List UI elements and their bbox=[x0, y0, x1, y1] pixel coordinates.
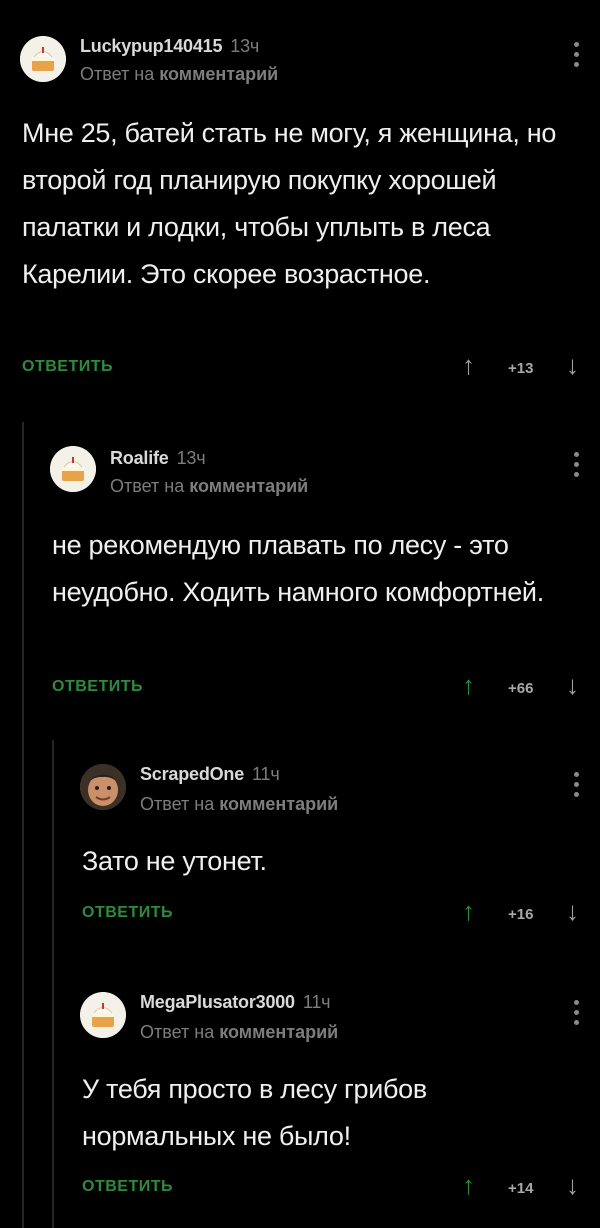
more-options-icon[interactable] bbox=[572, 772, 580, 802]
comment-username[interactable]: Luckypup140415 13ч bbox=[80, 36, 259, 57]
reply-target-link[interactable]: комментарий bbox=[219, 1022, 338, 1042]
reply-to-label: Ответ на комментарий bbox=[140, 1022, 338, 1043]
more-options-icon[interactable] bbox=[572, 42, 580, 72]
reply-to-label: Ответ на комментарий bbox=[80, 64, 278, 85]
reply-button[interactable]: ОТВЕТИТЬ bbox=[82, 904, 173, 922]
downvote-arrow-icon[interactable]: ↓ bbox=[566, 672, 579, 698]
reply-to-label: Ответ на комментарий bbox=[140, 794, 338, 815]
username-text[interactable]: MegaPlusator3000 bbox=[140, 992, 295, 1012]
more-options-icon[interactable] bbox=[572, 452, 580, 482]
reply-prefix: Ответ на bbox=[110, 476, 185, 496]
comment-score: +16 bbox=[508, 906, 534, 923]
cake-avatar-icon[interactable] bbox=[50, 446, 96, 492]
upvote-arrow-icon[interactable]: ↑ bbox=[462, 352, 475, 378]
reply-button[interactable]: ОТВЕТИТЬ bbox=[22, 358, 113, 376]
comment-text: Мне 25, батей стать не могу, я женщина, … bbox=[22, 118, 557, 289]
downvote-arrow-icon[interactable]: ↓ bbox=[566, 898, 579, 924]
more-options-icon[interactable] bbox=[572, 1000, 580, 1030]
reply-target-link[interactable]: комментарий bbox=[219, 794, 338, 814]
comment-time: 13ч bbox=[176, 448, 206, 468]
reply-target-link[interactable]: комментарий bbox=[159, 64, 278, 84]
cake-avatar-icon[interactable] bbox=[20, 36, 66, 82]
face-avatar-icon[interactable] bbox=[80, 764, 126, 810]
reply-button[interactable]: ОТВЕТИТЬ bbox=[52, 678, 143, 696]
thread-line-level-2 bbox=[52, 740, 54, 1228]
reply-prefix: Ответ на bbox=[80, 64, 155, 84]
comment-time: 11ч bbox=[302, 992, 331, 1012]
reply-to-label: Ответ на комментарий bbox=[110, 476, 308, 497]
cake-avatar-icon[interactable] bbox=[80, 992, 126, 1038]
comment-time: 13ч bbox=[230, 36, 260, 56]
comment-username[interactable]: MegaPlusator3000 11ч bbox=[140, 992, 331, 1013]
username-text[interactable]: Luckypup140415 bbox=[80, 36, 222, 56]
comment-score: +66 bbox=[508, 680, 534, 697]
thread-line-level-1 bbox=[22, 422, 24, 1228]
reply-target-link[interactable]: комментарий bbox=[189, 476, 308, 496]
upvote-arrow-icon[interactable]: ↑ bbox=[462, 672, 475, 698]
comment-score: +14 bbox=[508, 1180, 534, 1197]
upvote-arrow-icon[interactable]: ↑ bbox=[462, 898, 475, 924]
reply-prefix: Ответ на bbox=[140, 794, 215, 814]
comment-username[interactable]: Roalife 13ч bbox=[110, 448, 206, 469]
comment-text: не рекомендую плавать по лесу - это неуд… bbox=[52, 530, 544, 607]
username-text[interactable]: Roalife bbox=[110, 448, 169, 468]
reply-prefix: Ответ на bbox=[140, 1022, 215, 1042]
downvote-arrow-icon[interactable]: ↓ bbox=[566, 352, 579, 378]
downvote-arrow-icon[interactable]: ↓ bbox=[566, 1172, 579, 1198]
comment-score: +13 bbox=[508, 360, 534, 377]
upvote-arrow-icon[interactable]: ↑ bbox=[462, 1172, 475, 1198]
comment-time: 11ч bbox=[252, 764, 280, 784]
comment-text: Зато не утонет. bbox=[82, 846, 267, 876]
comment-username[interactable]: ScrapedOne 11ч bbox=[140, 764, 280, 785]
comment-text: У тебя просто в лесу грибов нормальных н… bbox=[82, 1074, 427, 1151]
username-text[interactable]: ScrapedOne bbox=[140, 764, 244, 784]
reply-button[interactable]: ОТВЕТИТЬ bbox=[82, 1178, 173, 1196]
